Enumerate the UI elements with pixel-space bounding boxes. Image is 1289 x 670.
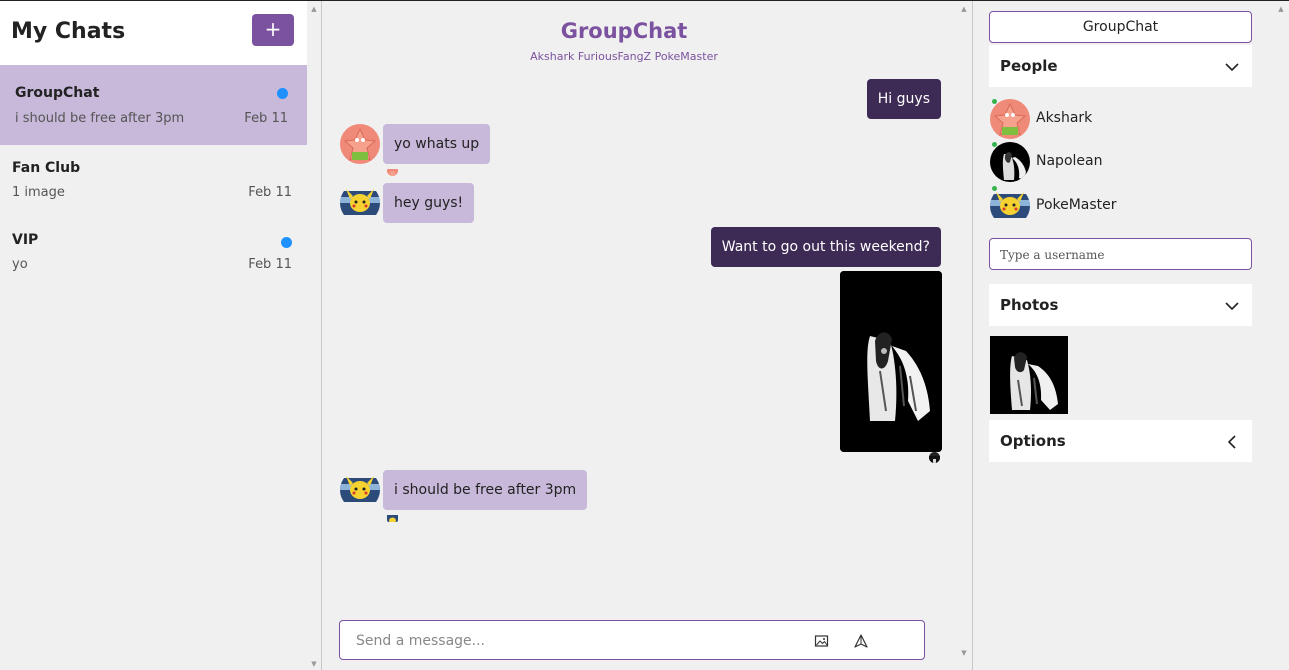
- unread-indicator: [281, 237, 292, 248]
- chat-item-preview: i should be free after 3pm: [15, 111, 185, 126]
- group-name-field[interactable]: GroupChat: [989, 11, 1252, 43]
- chat-item-date: Feb 11: [248, 257, 292, 272]
- sidebar-scrollbar[interactable]: ▲ ▼: [307, 1, 321, 670]
- image-message[interactable]: [840, 271, 942, 452]
- chat-item-fan-club[interactable]: Fan Club 1 image Feb 11: [0, 145, 307, 217]
- photos-section-header[interactable]: Photos: [989, 284, 1252, 326]
- online-status-indicator: [992, 99, 997, 104]
- chat-details-panel: GroupChat People Akshark Napolean PokeMa…: [974, 1, 1289, 670]
- pikachu-avatar-icon[interactable]: [340, 183, 380, 223]
- add-username-field: [989, 238, 1252, 270]
- person-item-napolean[interactable]: Napolean: [990, 142, 1240, 182]
- chat-list: GroupChat i should be free after 3pm Feb…: [0, 65, 307, 289]
- chat-window: GroupChat Akshark FuriousFangZ PokeMaste…: [323, 1, 973, 670]
- chat-scrollbar[interactable]: ▲ ▼: [957, 1, 971, 670]
- scroll-down-arrow-icon[interactable]: ▼: [307, 658, 321, 670]
- read-receipt-avatar-icon: [387, 165, 398, 176]
- chat-title: GroupChat: [560, 19, 688, 43]
- new-chat-button[interactable]: +: [252, 14, 294, 46]
- people-section-header[interactable]: People: [989, 45, 1252, 87]
- incoming-message-bubble: hey guys!: [383, 183, 475, 223]
- scroll-up-arrow-icon[interactable]: ▲: [957, 3, 971, 15]
- sidebar-title: My Chats: [11, 19, 126, 44]
- read-receipt-avatar-icon: [929, 452, 940, 463]
- read-receipt-avatar-icon: [387, 511, 398, 522]
- chat-item-name: GroupChat: [15, 85, 100, 101]
- message-composer: [339, 620, 925, 660]
- options-section-header[interactable]: Options: [989, 420, 1252, 462]
- dark-avatar-icon: [990, 142, 1030, 182]
- username-input[interactable]: [1000, 245, 1240, 265]
- photos-section-title: Photos: [1000, 296, 1059, 314]
- send-icon[interactable]: [853, 633, 869, 649]
- person-name: Napolean: [1036, 153, 1103, 169]
- online-status-indicator: [992, 142, 997, 147]
- chat-item-name: Fan Club: [12, 160, 81, 176]
- person-item-pokemaster[interactable]: PokeMaster: [990, 186, 1240, 226]
- own-message-bubble: Want to go out this weekend?: [710, 227, 941, 267]
- incoming-message-bubble: i should be free after 3pm: [383, 470, 588, 510]
- pikachu-avatar-icon[interactable]: [340, 470, 380, 510]
- details-scrollbar[interactable]: ▲: [1274, 1, 1289, 670]
- person-item-akshark[interactable]: Akshark: [990, 99, 1240, 139]
- person-name: Akshark: [1036, 110, 1093, 126]
- chat-members: Akshark FuriousFangZ PokeMaster: [530, 50, 718, 63]
- chevron-down-icon: [1225, 59, 1239, 73]
- chevron-down-icon: [1225, 298, 1239, 312]
- chat-item-preview: yo: [12, 257, 28, 272]
- person-name: PokeMaster: [1036, 197, 1117, 213]
- pikachu-avatar-icon: [990, 186, 1030, 226]
- chevron-left-icon: [1225, 434, 1239, 449]
- unread-indicator: [277, 88, 288, 99]
- sidebar-header: My Chats +: [0, 1, 307, 65]
- chat-item-name: VIP: [12, 232, 39, 248]
- online-status-indicator: [992, 186, 997, 191]
- chat-item-groupchat[interactable]: GroupChat i should be free after 3pm Feb…: [0, 65, 307, 145]
- chat-item-vip[interactable]: VIP yo Feb 11: [0, 217, 307, 289]
- own-message-bubble: Hi guys: [866, 79, 941, 119]
- scroll-up-arrow-icon[interactable]: ▲: [1274, 3, 1288, 15]
- options-section-title: Options: [1000, 432, 1066, 450]
- image-icon[interactable]: [814, 633, 830, 649]
- chat-item-date: Feb 11: [244, 111, 288, 126]
- photo-thumbnail[interactable]: [990, 336, 1068, 414]
- chat-item-date: Feb 11: [248, 185, 292, 200]
- message-input[interactable]: [356, 630, 776, 652]
- chat-item-preview: 1 image: [12, 185, 65, 200]
- incoming-message-bubble: yo whats up: [383, 124, 491, 164]
- scroll-up-arrow-icon[interactable]: ▲: [307, 3, 321, 15]
- starfish-avatar-icon: [990, 99, 1030, 139]
- chat-list-sidebar: My Chats + GroupChat i should be free af…: [0, 1, 322, 670]
- scroll-down-arrow-icon[interactable]: ▼: [957, 647, 971, 659]
- people-section-title: People: [1000, 57, 1058, 75]
- starfish-avatar-icon[interactable]: [340, 124, 380, 164]
